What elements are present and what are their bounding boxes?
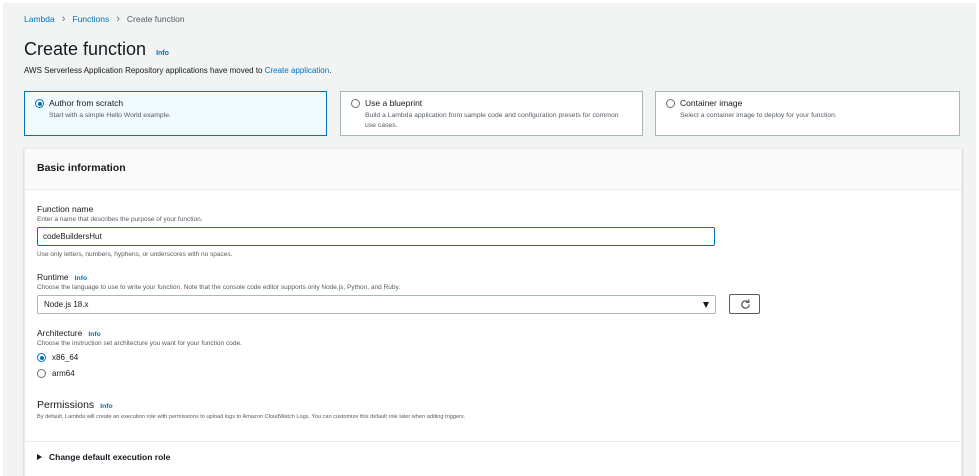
change-execution-role-expander[interactable]: Change default execution role	[37, 452, 170, 462]
title-info-link[interactable]: Info	[156, 50, 169, 57]
option-title: Use a blueprint	[365, 98, 423, 108]
option-title: Container image	[680, 98, 743, 108]
option-desc: Build a Lambda application from sample c…	[365, 112, 619, 129]
permissions-desc: By default, Lambda will create an execut…	[37, 414, 466, 420]
sar-notice: AWS Serverless Application Repository ap…	[24, 66, 331, 75]
architecture-label: Architecture Info	[37, 328, 101, 338]
runtime-label: Runtime Info	[37, 272, 87, 282]
chevron-right-icon: ›	[116, 13, 120, 25]
permissions-title: Permissions	[37, 399, 95, 411]
option-container-image[interactable]: Container image Select a container image…	[655, 91, 960, 136]
x86-64-label: x86_64	[52, 353, 79, 362]
function-name-constraint: Use only letters, numbers, hyphens, or u…	[37, 251, 233, 258]
function-name-desc: Enter a name that describes the purpose …	[37, 216, 203, 223]
permissions-info-link[interactable]: Info	[100, 403, 112, 410]
runtime-label-text: Runtime	[37, 272, 69, 282]
architecture-desc: Choose the instruction set architecture …	[37, 340, 242, 347]
function-name-input[interactable]	[37, 227, 715, 246]
runtime-selected-value: Node.js 18.x	[44, 300, 89, 309]
author-from-scratch-radio[interactable]	[35, 99, 44, 108]
use-a-blueprint-radio[interactable]	[351, 99, 360, 108]
caret-right-icon	[37, 454, 42, 460]
console-page: Lambda › Functions › Create function Cre…	[3, 3, 976, 476]
basic-information-panel: Basic information Function name Enter a …	[24, 148, 962, 476]
create-application-link[interactable]: Create application	[265, 66, 329, 75]
page-title: Create function	[24, 39, 147, 59]
runtime-select[interactable]: Node.js 18.x	[37, 295, 716, 314]
option-use-a-blueprint[interactable]: Use a blueprint Build a Lambda applicati…	[340, 91, 643, 136]
function-name-label: Function name	[37, 204, 94, 214]
architecture-x86-option[interactable]: x86_64	[37, 353, 78, 362]
title-row: Create function Info	[24, 39, 169, 60]
refresh-runtime-button[interactable]	[729, 294, 760, 314]
permissions-heading: Permissions Info	[37, 399, 113, 411]
option-desc: Start with a simple Hello World example.	[49, 112, 171, 119]
x86-64-radio[interactable]	[37, 353, 46, 362]
breadcrumb: Lambda › Functions › Create function	[24, 13, 185, 25]
arm64-radio[interactable]	[37, 369, 46, 378]
chevron-right-icon: ›	[61, 13, 66, 25]
panel-header: Basic information	[25, 149, 961, 190]
option-desc: Select a container image to deploy for y…	[680, 112, 837, 119]
option-title: Author from scratch	[49, 98, 124, 108]
breadcrumb-current: Create function	[126, 14, 185, 24]
runtime-desc: Choose the language to use to write your…	[37, 284, 401, 291]
caret-down-icon	[703, 302, 709, 308]
architecture-info-link[interactable]: Info	[88, 331, 100, 338]
breadcrumb-functions-link[interactable]: Functions	[72, 14, 109, 24]
refresh-icon	[741, 299, 750, 309]
container-image-radio[interactable]	[666, 99, 675, 108]
divider	[25, 441, 961, 442]
architecture-label-text: Architecture	[37, 328, 83, 338]
breadcrumb-lambda-link[interactable]: Lambda	[24, 14, 55, 24]
runtime-info-link[interactable]: Info	[75, 275, 87, 282]
notice-text: AWS Serverless Application Repository ap…	[24, 66, 265, 75]
arm64-label: arm64	[52, 369, 75, 378]
expander-label: Change default execution role	[49, 452, 171, 462]
notice-suffix: .	[329, 66, 332, 75]
option-author-from-scratch[interactable]: Author from scratch Start with a simple …	[24, 91, 327, 136]
architecture-arm64-option[interactable]: arm64	[37, 369, 75, 378]
panel-title: Basic information	[37, 162, 126, 174]
